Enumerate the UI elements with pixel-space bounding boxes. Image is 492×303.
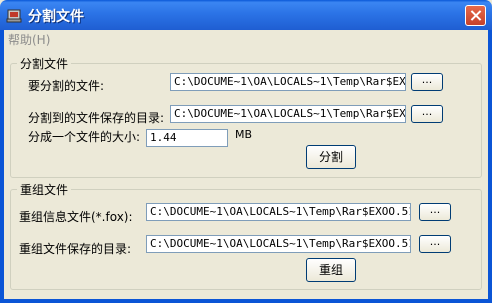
- menu-help[interactable]: 帮助(H): [8, 31, 50, 48]
- window-border-right: [488, 30, 492, 303]
- split-button[interactable]: 分割: [306, 145, 356, 169]
- close-button[interactable]: [465, 5, 486, 26]
- merge-info-browse-button[interactable]: ...: [419, 203, 451, 221]
- window-border-bottom: [0, 299, 492, 303]
- chunk-size-input[interactable]: 1.44: [146, 129, 228, 147]
- menu-bar: 帮助(H): [4, 30, 488, 48]
- dest-dir-input[interactable]: C:\DOCUME~1\OA\LOCALS~1\Temp\Rar$EXOO.: [170, 105, 406, 123]
- window-title: 分割文件: [28, 9, 84, 25]
- source-file-input[interactable]: C:\DOCUME~1\OA\LOCALS~1\Temp\Rar$EXOO.: [170, 73, 406, 91]
- source-file-label: 要分割的文件:: [28, 79, 105, 93]
- title-bar[interactable]: 分割文件: [0, 0, 492, 30]
- merge-save-input[interactable]: C:\DOCUME~1\OA\LOCALS~1\Temp\Rar$EXOO.51…: [146, 235, 411, 253]
- split-group-title: 分割文件: [17, 55, 72, 72]
- dest-browse-button[interactable]: ...: [411, 105, 443, 123]
- dest-dir-label: 分割到的文件保存的目录:: [28, 111, 165, 125]
- source-browse-button[interactable]: ...: [411, 73, 443, 91]
- merge-save-browse-button[interactable]: ...: [419, 235, 451, 253]
- window-border-left: [0, 30, 4, 303]
- app-icon: [6, 9, 22, 23]
- merge-save-label: 重组文件保存的目录:: [19, 242, 132, 256]
- merge-info-input[interactable]: C:\DOCUME~1\OA\LOCALS~1\Temp\Rar$EXOO.51…: [146, 203, 411, 221]
- merge-button[interactable]: 重组: [306, 258, 356, 282]
- merge-group-title: 重组文件: [17, 181, 72, 198]
- merge-info-label: 重组信息文件(*.fox):: [19, 210, 133, 224]
- chunk-size-label: 分成一个文件的大小:: [28, 130, 141, 144]
- chunk-size-unit: MB: [235, 128, 253, 141]
